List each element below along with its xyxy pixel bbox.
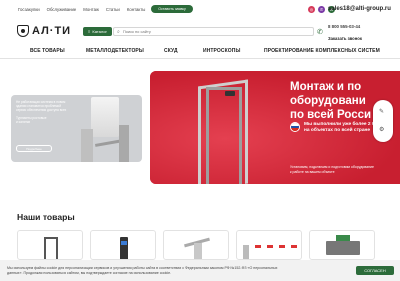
product-cards [17, 230, 400, 260]
cookie-text: Мы используем файлы cookie для персонали… [7, 266, 278, 275]
cookie-accept-button[interactable]: СОГЛАСЕН [356, 266, 394, 275]
cookie-banner: Мы используем файлы cookie для персонали… [0, 260, 400, 281]
viber-icon[interactable]: ✆ [318, 6, 325, 13]
main-nav: ВСЕ ТОВАРЫ МЕТАЛЛОДЕТЕКТОРЫ СКУД ИНТРОСК… [0, 44, 400, 58]
products-title: Наши товары [17, 212, 75, 222]
turnstile-gate [119, 125, 129, 162]
nav-divider [0, 58, 400, 59]
metal-detector-frame-inner [206, 87, 242, 184]
turnstile-post [81, 129, 93, 162]
header-email[interactable]: sales18@alti-group.ru [328, 6, 391, 12]
header-phone[interactable]: 8 800 555-03-44 [328, 24, 360, 29]
nav-item-introscopes[interactable]: ИНТРОСКОПЫ [203, 48, 240, 54]
top-link-installation[interactable]: Монтаж [83, 7, 99, 12]
nav-item-design[interactable]: ПРОЕКТИРОВАНИЕ КОМПЛЕКСНЫХ СИСТЕМ [264, 48, 380, 54]
top-link-service[interactable]: Обслуживание [47, 7, 77, 12]
nav-item-all-products[interactable]: ВСЕ ТОВАРЫ [30, 48, 65, 54]
callback-link[interactable]: Заказать звонок [328, 36, 362, 41]
settings-icon[interactable]: ⚙ [379, 126, 384, 133]
search-icon: ⌕ [117, 28, 120, 35]
product-post [243, 245, 249, 259]
product-card[interactable] [17, 230, 83, 260]
phone-icon: ✆ [317, 29, 323, 36]
metal-detector-display [225, 91, 235, 96]
nav-item-access-control[interactable]: СКУД [164, 48, 178, 54]
product-card[interactable] [90, 230, 156, 260]
instagram-icon[interactable]: ◎ [308, 6, 315, 13]
catalog-button[interactable]: ≡ Каталог [83, 27, 112, 36]
top-link-articles[interactable]: Статьи [106, 7, 120, 12]
top-links: Госзакупки Обслуживание Монтаж Статьи Ко… [18, 7, 145, 12]
product-card[interactable] [309, 230, 375, 260]
menu-icon: ≡ [88, 29, 91, 34]
top-link-contacts[interactable]: Контакты [127, 7, 146, 12]
product-image [326, 241, 360, 255]
product-card[interactable] [236, 230, 302, 260]
promo-card[interactable]: Не работающая система в новом здании ста… [11, 95, 142, 162]
floating-actions: ✎ ⚙ [373, 100, 393, 142]
catalog-label: Каталог [92, 29, 107, 34]
product-screen [336, 235, 350, 241]
search-bar: ⌕ [113, 27, 314, 36]
top-bar: Госзакупки Обслуживание Монтаж Статьи Ко… [0, 0, 400, 20]
logo-text: АЛ·ТИ [32, 25, 72, 37]
promo-text: Не работающая система в новом здании ста… [16, 100, 67, 124]
turnstile-image [91, 97, 119, 137]
nav-item-metal-detectors[interactable]: МЕТАЛЛОДЕТЕКТОРЫ [86, 48, 144, 54]
product-image [243, 245, 297, 248]
request-button[interactable]: Оставить заявку [151, 5, 193, 13]
logo-shield-icon [17, 25, 29, 37]
russia-flag-icon [290, 122, 300, 132]
product-screen [121, 241, 127, 245]
search-input[interactable] [122, 29, 303, 34]
hero-description: Установим, подключим и подготовим оборуд… [290, 165, 374, 174]
product-card[interactable] [163, 230, 229, 260]
compare-icon[interactable]: ✎ [379, 108, 384, 115]
promo-button[interactable]: Подробнее [16, 145, 52, 152]
product-image [44, 237, 58, 259]
hero-banner[interactable]: Монтаж и по оборудовани по всей Росси Мы… [150, 71, 400, 184]
top-link-tenders[interactable]: Госзакупки [18, 7, 40, 12]
product-post [194, 243, 202, 259]
site-logo[interactable]: АЛ·ТИ [17, 25, 71, 37]
